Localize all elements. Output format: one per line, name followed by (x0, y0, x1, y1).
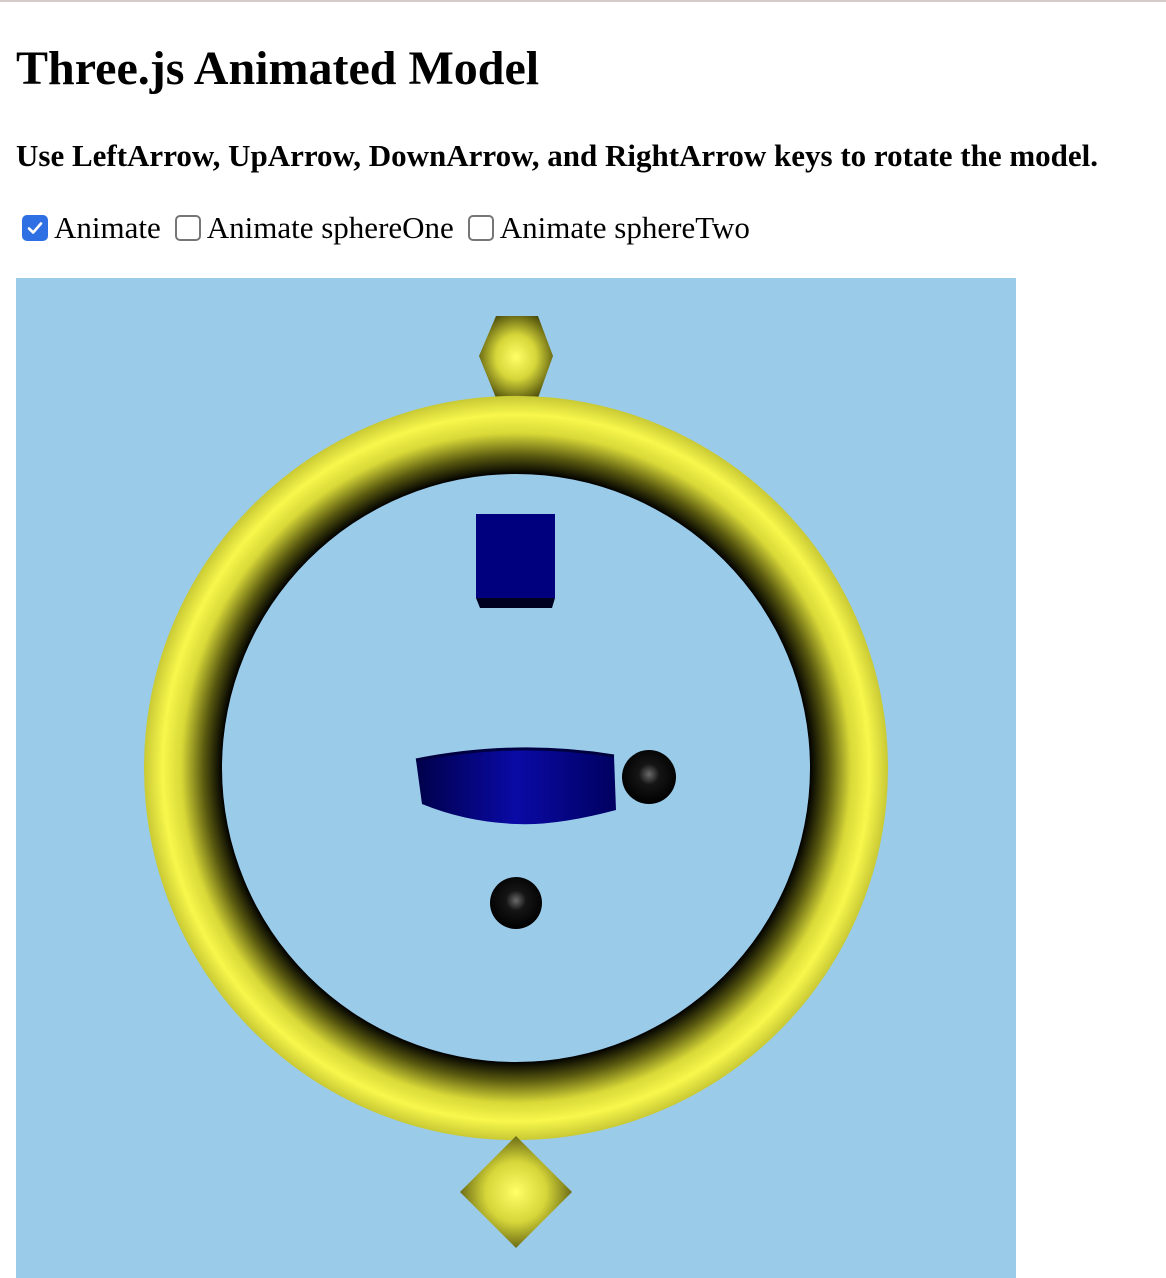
animate-sphere-one-label: Animate sphereOne (206, 210, 454, 245)
page-title: Three.js Animated Model (16, 42, 540, 95)
scene-render (143, 316, 888, 1248)
animate-sphere-one-checkbox[interactable] (174, 215, 201, 241)
animate-control[interactable]: Animate (22, 208, 161, 248)
animate-sphere-two-checkbox[interactable] (467, 215, 494, 241)
animate-sphere-two-control[interactable]: Animate sphereTwo (467, 208, 750, 248)
animate-sphere-two-label: Animate sphereTwo (499, 210, 750, 245)
top-rule (0, 0, 1166, 2)
animation-controls: Animate Animate sphereOne Animate sphere… (22, 208, 764, 248)
cube-shape (476, 514, 555, 598)
threejs-canvas[interactable] (16, 278, 1016, 1278)
cylinder-shape (416, 748, 616, 825)
animate-checkbox[interactable] (22, 215, 48, 241)
sphere-two (490, 877, 542, 929)
checkmark-icon (27, 222, 43, 234)
top-cone-shape (479, 316, 553, 398)
bottom-octahedron-shape (460, 1136, 572, 1248)
animate-label: Animate (54, 210, 161, 245)
cube-bottom-edge (476, 598, 555, 608)
animate-sphere-one-control[interactable]: Animate sphereOne (174, 208, 454, 248)
instructions-text: Use LeftArrow, UpArrow, DownArrow, and R… (16, 138, 1099, 173)
sphere-one (622, 750, 676, 804)
